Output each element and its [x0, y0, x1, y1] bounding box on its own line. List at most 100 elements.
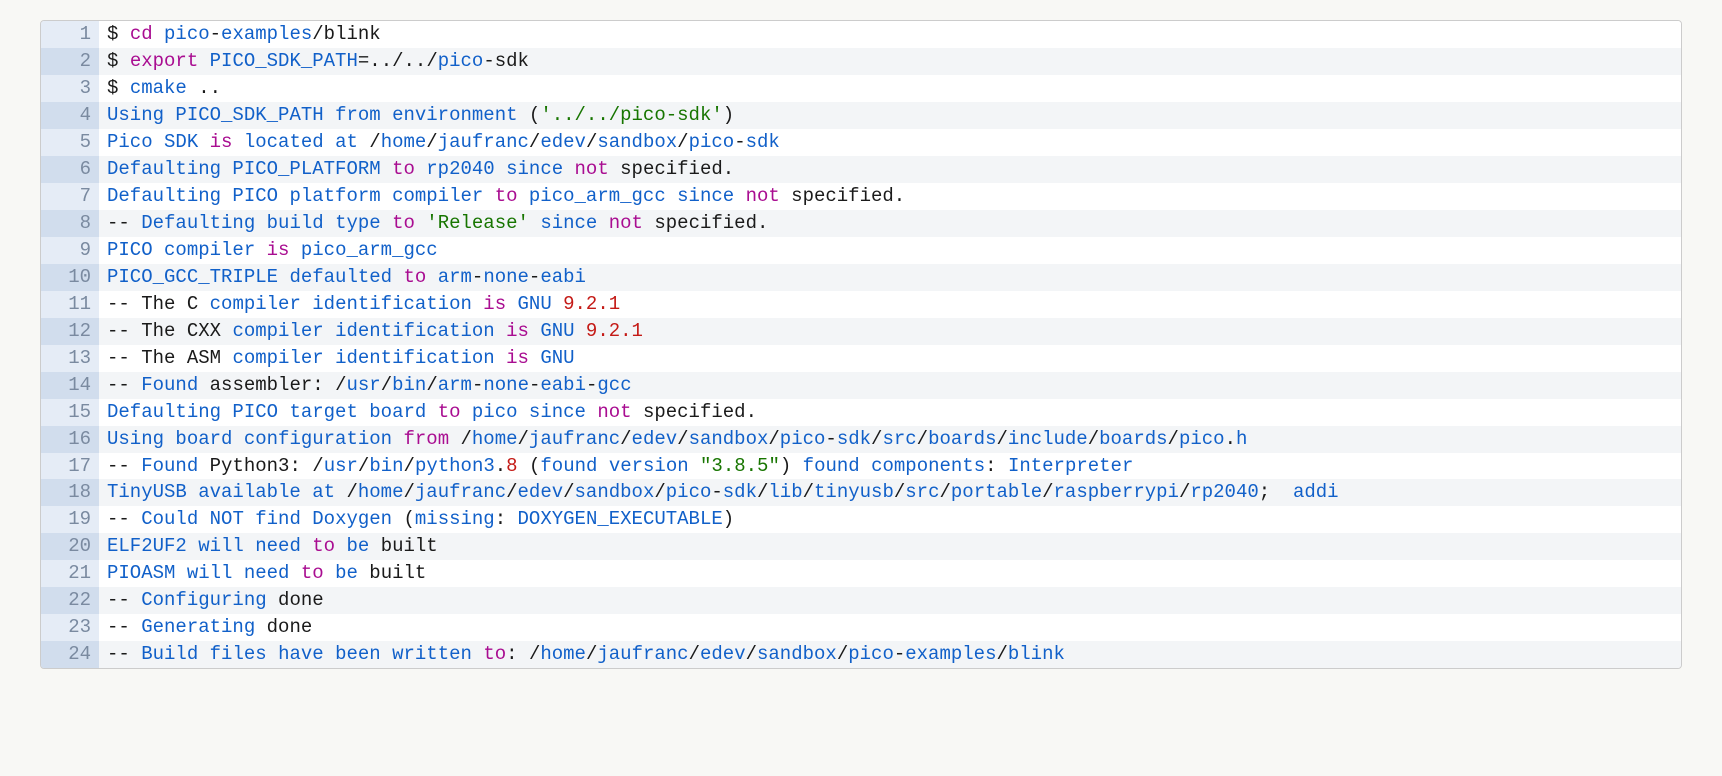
code-token: is [506, 347, 540, 369]
code-token: Found [141, 455, 209, 477]
code-token: pico [689, 131, 735, 153]
code-token: PICO [232, 401, 289, 423]
code-token: identification [312, 293, 483, 315]
code-token: lib [768, 481, 802, 503]
line-number: 20 [41, 533, 99, 560]
code-token: found [540, 455, 608, 477]
code-token: not [609, 212, 655, 234]
code-token: been [335, 643, 392, 665]
code-token: will [187, 562, 244, 584]
line-number: 21 [41, 560, 99, 587]
code-token: PICO_GCC_TRIPLE [107, 266, 289, 288]
code-token: edev [700, 643, 746, 665]
code-token: / [939, 481, 950, 503]
code-token: sdk [723, 481, 757, 503]
code-token: sandbox [689, 428, 769, 450]
code-token: pico_arm_gcc [301, 239, 438, 261]
code-line: 22-- Configuring done [41, 587, 1681, 614]
code-token: / [392, 50, 403, 72]
code-token: target [289, 401, 369, 423]
code-token: export [130, 50, 210, 72]
code-token: -- [107, 347, 141, 369]
code-token: Build [141, 643, 209, 665]
code-line: 4Using PICO_SDK_PATH from environment ('… [41, 102, 1681, 129]
code-token: ( [529, 455, 540, 477]
code-token: 9.2.1 [563, 293, 620, 315]
code-token: / [369, 131, 380, 153]
code-token: / [837, 643, 848, 665]
code-token: ) [723, 508, 734, 530]
line-content: PICO_GCC_TRIPLE defaulted to arm-none-ea… [99, 264, 1681, 291]
code-token: / [917, 428, 928, 450]
line-content: -- The C compiler identification is GNU … [99, 291, 1681, 318]
code-token: "3.8.5" [700, 455, 780, 477]
code-token: to [392, 212, 426, 234]
code-token: from [403, 428, 460, 450]
code-token: -- [107, 455, 141, 477]
line-number: 4 [41, 102, 99, 129]
code-line: 7Defaulting PICO platform compiler to pi… [41, 183, 1681, 210]
code-token: / [403, 481, 414, 503]
code-token: to [483, 643, 506, 665]
code-token: : [495, 508, 518, 530]
code-token: TinyUSB [107, 481, 198, 503]
line-number: 2 [41, 48, 99, 75]
code-token: PICO [107, 239, 164, 261]
code-token: C [187, 293, 210, 315]
code-token: specified [620, 158, 723, 180]
code-token: Defaulting [107, 158, 232, 180]
code-token: / [1179, 481, 1190, 503]
code-token: edev [632, 428, 678, 450]
line-number: 19 [41, 506, 99, 533]
code-token: jaufranc [529, 428, 620, 450]
line-number: 16 [41, 426, 99, 453]
code-token: $ [107, 23, 130, 45]
code-line: 17-- Found Python3: /usr/bin/python3.8 (… [41, 453, 1681, 480]
line-content: Using board configuration from /home/jau… [99, 426, 1681, 453]
code-token: specified [791, 185, 894, 207]
code-token: jaufranc [597, 643, 688, 665]
code-token: CXX [187, 320, 233, 342]
code-token: . [404, 50, 415, 72]
code-token: -- [107, 643, 141, 665]
code-token: Generating [141, 616, 266, 638]
code-token: / [871, 428, 882, 450]
line-number: 17 [41, 453, 99, 480]
code-token: / [654, 481, 665, 503]
code-token: examples [905, 643, 996, 665]
code-token: / [529, 131, 540, 153]
code-token: tinyusb [814, 481, 894, 503]
code-line: 21PIOASM will need to be built [41, 560, 1681, 587]
code-token: Doxygen [312, 508, 403, 530]
line-content: Defaulting PICO platform compiler to pic… [99, 183, 1681, 210]
code-token: -- [107, 293, 141, 315]
code-token: sandbox [575, 481, 655, 503]
code-token: found [803, 455, 871, 477]
code-token: cmake [130, 77, 198, 99]
code-line: 18TinyUSB available at /home/jaufranc/ed… [41, 479, 1681, 506]
code-token: jaufranc [438, 131, 529, 153]
code-token: bin [392, 374, 426, 396]
code-token: is [267, 239, 301, 261]
line-content: PICO compiler is pico_arm_gcc [99, 237, 1681, 264]
code-token: - [734, 131, 745, 153]
line-content: TinyUSB available at /home/jaufranc/edev… [99, 479, 1681, 506]
code-token: identification [335, 320, 506, 342]
code-token: - [210, 23, 221, 45]
line-number: 1 [41, 21, 99, 48]
code-token: identification [335, 347, 506, 369]
code-token: build [267, 212, 335, 234]
code-line: 6Defaulting PICO_PLATFORM to rp2040 sinc… [41, 156, 1681, 183]
code-token: .. [198, 77, 221, 99]
code-token: done [278, 589, 324, 611]
code-line: 13-- The ASM compiler identification is … [41, 345, 1681, 372]
code-line: 14-- Found assembler: /usr/bin/arm-none-… [41, 372, 1681, 399]
code-token: '../../pico-sdk' [540, 104, 722, 126]
line-number: 11 [41, 291, 99, 318]
code-token: ( [403, 508, 414, 530]
code-token: files [210, 643, 278, 665]
code-token: to [312, 535, 346, 557]
code-token: DOXYGEN_EXECUTABLE [518, 508, 723, 530]
line-content: ELF2UF2 will need to be built [99, 533, 1681, 560]
code-token: from [335, 104, 392, 126]
